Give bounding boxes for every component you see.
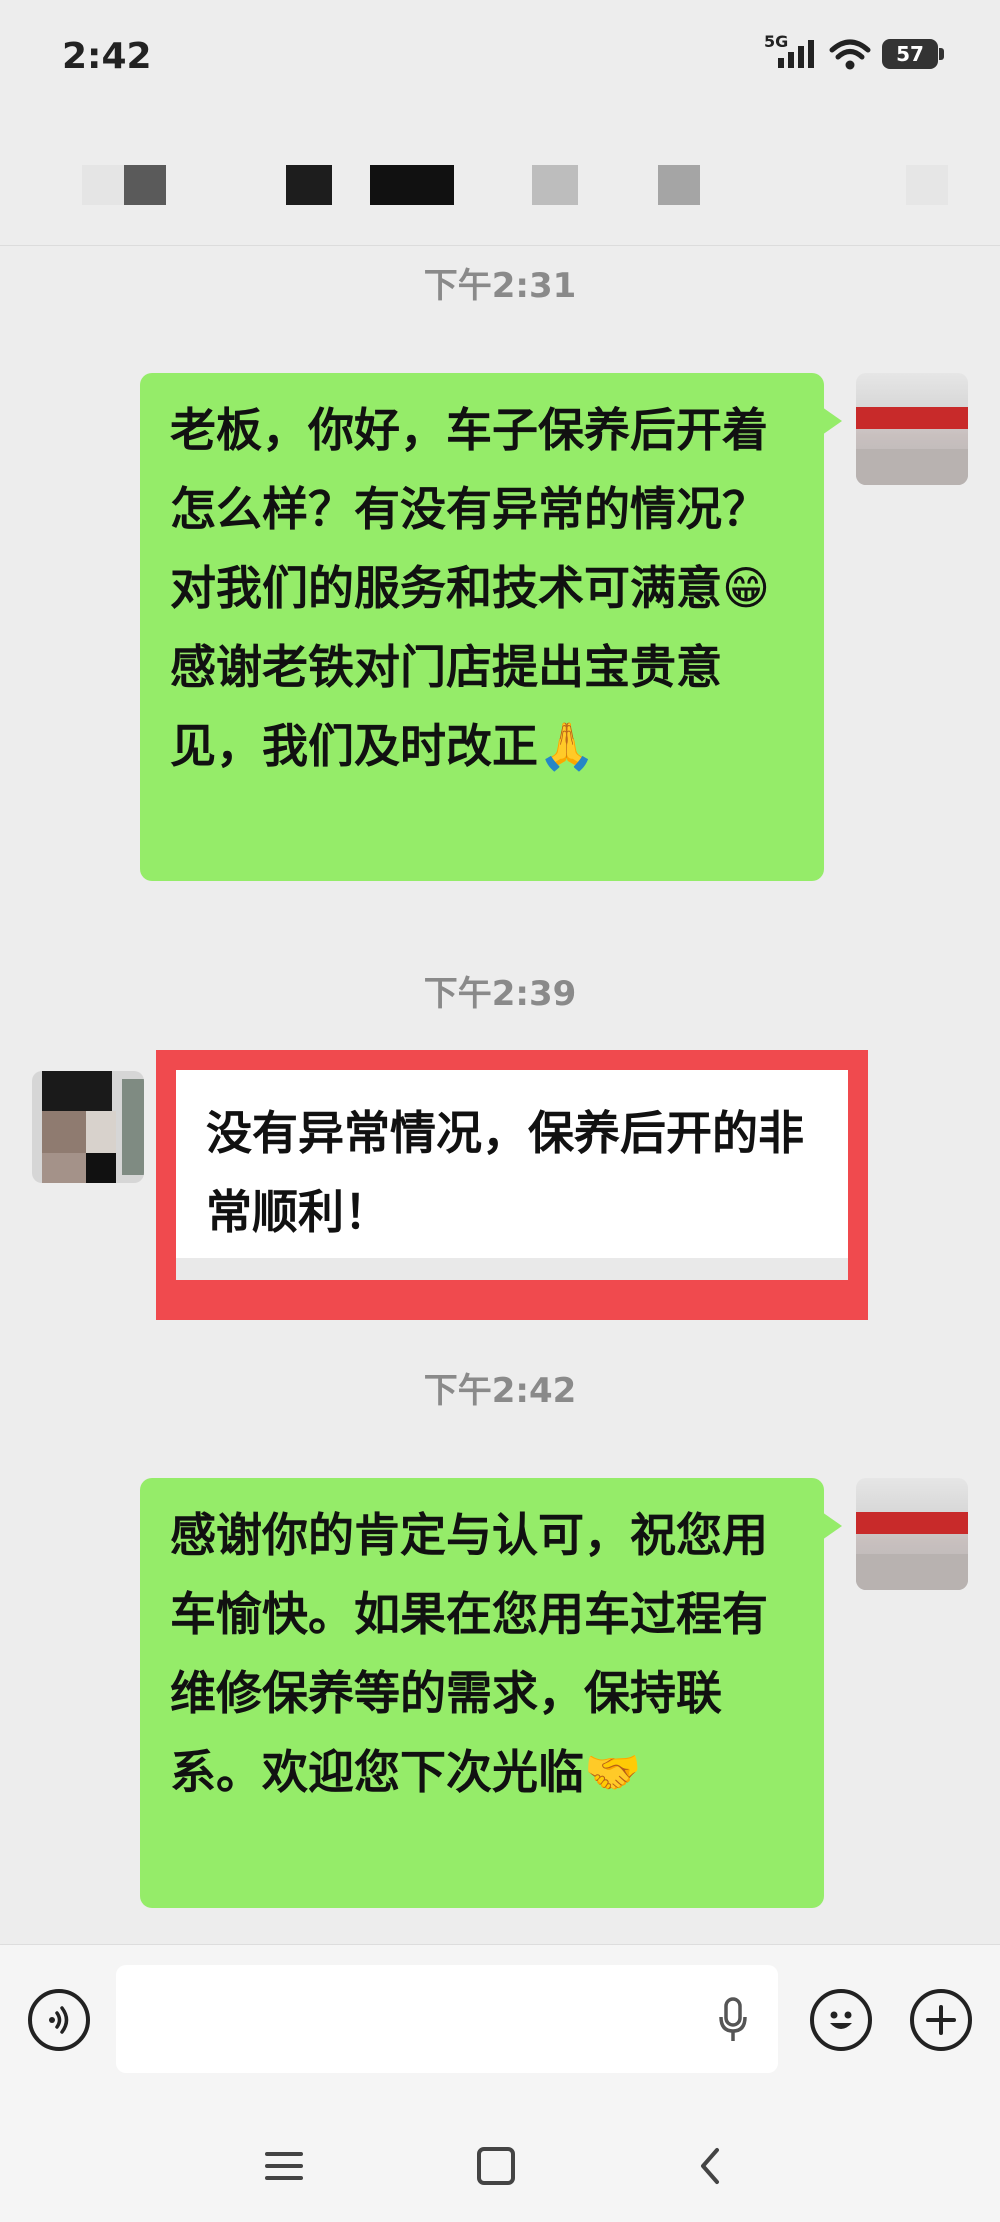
redacted-name-block [82,165,124,205]
redacted-name-block [124,165,166,205]
store-avatar[interactable] [856,1478,968,1590]
plus-icon [926,2005,956,2035]
signal-icon: 5G [764,32,818,72]
home-button[interactable] [466,2136,526,2196]
back-icon [701,2148,719,2184]
sent-message-bubble[interactable]: 老板，你好，车子保养后开着怎么样？有没有异常的情况？对我们的服务和技术可满意😁感… [140,373,842,881]
emoji-icon [830,2011,852,2029]
message-text: 没有异常情况，保养后开的非常顺利！ [206,1106,804,1239]
message-timestamp: 下午2:39 [423,974,577,1014]
redacted-name-block [906,165,948,205]
status-icons: 5G 57 [764,32,944,72]
sent-message-bubble[interactable]: 感谢你的肯定与认可，祝您用车愉快。如果在您用车过程有维修保养等的需求，保持联系。… [140,1478,842,1908]
voice-button[interactable] [28,1989,90,2051]
voice-icon [49,2006,69,2034]
home-icon [477,2147,515,2185]
microphone-icon[interactable] [718,1997,748,2043]
battery-level: 57 [896,42,924,66]
message-text: 老板，你好，车子保养后开着怎么样？有没有异常的情况？对我们的服务和技术可满意😁感… [170,403,770,773]
menu-button[interactable] [254,2136,314,2196]
wifi-icon [829,39,871,70]
chat-header [0,120,1000,246]
message-timestamp: 下午2:42 [423,1371,577,1411]
system-nav-bar [0,2108,1000,2222]
status-time: 2:42 [62,36,152,77]
customer-avatar[interactable] [32,1071,144,1183]
signal-label: 5G [764,32,789,51]
redacted-name-block [286,165,332,205]
message-text: 感谢你的肯定与认可，祝您用车愉快。如果在您用车过程有维修保养等的需求，保持联系。… [170,1508,768,1799]
battery-icon: 57 [882,39,944,69]
redacted-name-block [532,165,578,205]
message-timestamp: 下午2:31 [423,266,577,306]
message-input[interactable] [116,1965,778,2073]
redacted-name-block [370,165,454,205]
redacted-name-block [658,165,700,205]
status-bar: 2:42 5G 57 [0,0,1000,120]
menu-icon [265,2152,303,2180]
plus-button[interactable] [910,1989,972,2051]
back-button[interactable] [680,2136,740,2196]
received-message-bubble[interactable]: 没有异常情况，保养后开的非常顺利！ [176,1070,848,1280]
emoji-button[interactable] [810,1989,872,2051]
highlight-frame: 没有异常情况，保养后开的非常顺利！ [156,1050,868,1320]
store-avatar[interactable] [856,373,968,485]
input-bar [0,1944,1000,2109]
